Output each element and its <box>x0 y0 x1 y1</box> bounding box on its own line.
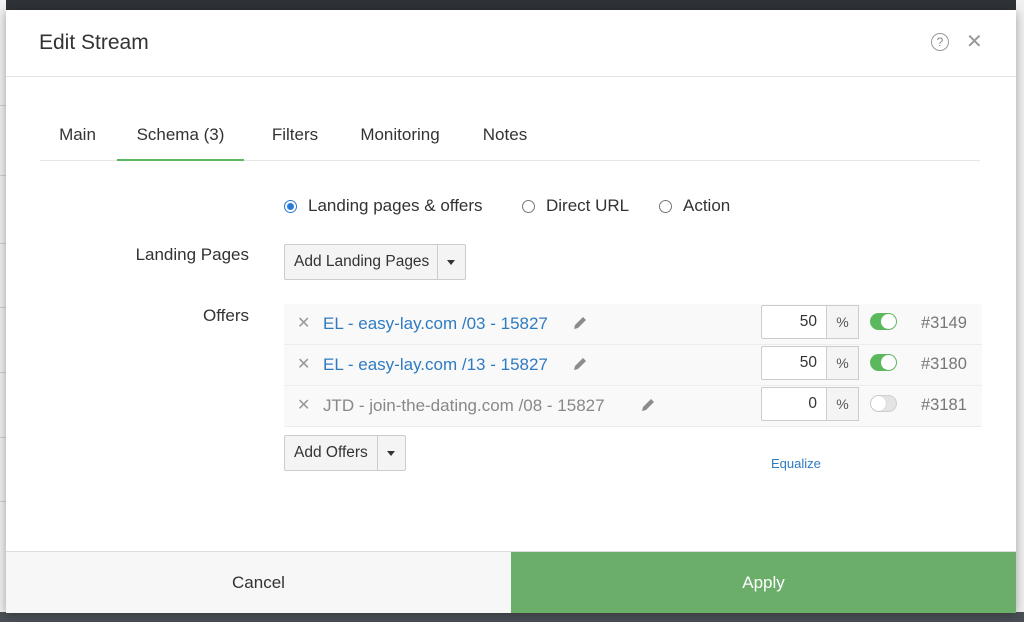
percent-addon: % <box>827 305 859 339</box>
offer-name-link[interactable]: JTD - join-the-dating.com /08 - 15827 <box>323 396 605 416</box>
remove-icon[interactable]: ✕ <box>297 395 310 415</box>
offer-row: ✕ EL - easy-lay.com /03 - 15827 % #3149 <box>284 304 982 345</box>
remove-icon[interactable]: ✕ <box>297 354 310 374</box>
landing-pages-label: Landing Pages <box>135 245 249 264</box>
offers-label: Offers <box>203 306 249 325</box>
radio-selected-icon <box>284 200 297 213</box>
radio-unselected-icon <box>522 200 535 213</box>
pencil-icon[interactable] <box>572 356 588 372</box>
pencil-icon[interactable] <box>572 315 588 331</box>
help-icon[interactable]: ? <box>931 33 949 51</box>
percent-addon: % <box>827 387 859 421</box>
pencil-icon[interactable] <box>640 397 656 413</box>
offer-name-link[interactable]: EL - easy-lay.com /03 - 15827 <box>323 314 548 334</box>
radio-unselected-icon <box>659 200 672 213</box>
offer-name-link[interactable]: EL - easy-lay.com /13 - 15827 <box>323 355 548 375</box>
offer-share-input[interactable] <box>761 346 827 380</box>
tab-schema[interactable]: Schema (3) <box>117 110 244 161</box>
offer-share-input[interactable] <box>761 305 827 339</box>
add-landing-pages-label[interactable]: Add Landing Pages <box>285 245 438 279</box>
modal-footer: Cancel Apply <box>6 551 1016 613</box>
offer-id: #3180 <box>921 355 967 373</box>
tab-filters[interactable]: Filters <box>252 110 338 160</box>
offer-enabled-toggle[interactable] <box>870 313 897 330</box>
modal-header: Edit Stream ? ✕ <box>6 10 1016 77</box>
offers-table: ✕ EL - easy-lay.com /03 - 15827 % #3149 … <box>284 304 982 427</box>
equalize-link[interactable]: Equalize <box>771 456 821 471</box>
edit-stream-modal: Edit Stream ? ✕ Main Schema (3) Filters … <box>6 10 1016 613</box>
add-offers-label[interactable]: Add Offers <box>285 436 377 470</box>
add-landing-pages-button[interactable]: Add Landing Pages <box>284 244 466 280</box>
remove-icon[interactable]: ✕ <box>297 313 310 333</box>
offer-row: ✕ EL - easy-lay.com /13 - 15827 % #3180 <box>284 345 982 386</box>
tab-notes[interactable]: Notes <box>464 110 546 160</box>
offer-share-input[interactable] <box>761 387 827 421</box>
chevron-down-icon[interactable] <box>377 436 405 470</box>
offer-id: #3181 <box>921 396 967 414</box>
backdrop-bottom <box>0 612 1024 622</box>
chevron-down-icon[interactable] <box>437 245 465 279</box>
offer-id: #3149 <box>921 314 967 332</box>
tab-monitoring[interactable]: Monitoring <box>345 110 455 160</box>
radio-label: Landing pages & offers <box>308 196 483 215</box>
app-top-bar <box>0 0 1024 10</box>
apply-button[interactable]: Apply <box>511 552 1016 613</box>
backdrop-right <box>1016 0 1024 622</box>
cancel-button[interactable]: Cancel <box>6 552 511 613</box>
radio-label: Direct URL <box>546 196 630 215</box>
tab-main[interactable]: Main <box>40 110 115 160</box>
modal-title: Edit Stream <box>39 31 149 54</box>
add-offers-button[interactable]: Add Offers <box>284 435 406 471</box>
radio-label: Action <box>683 196 731 215</box>
percent-addon: % <box>827 346 859 380</box>
offer-enabled-toggle[interactable] <box>870 395 897 412</box>
offer-enabled-toggle[interactable] <box>870 354 897 371</box>
close-icon[interactable]: ✕ <box>966 29 983 54</box>
tab-bar: Main Schema (3) Filters Monitoring Notes <box>40 110 980 161</box>
offer-row: ✕ JTD - join-the-dating.com /08 - 15827 … <box>284 386 982 427</box>
